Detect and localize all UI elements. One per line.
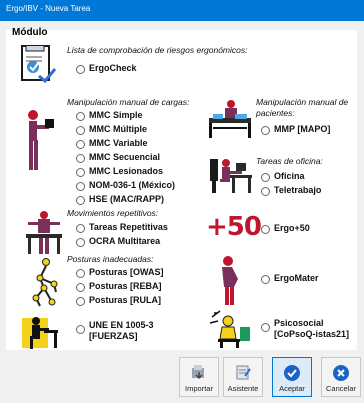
cancel-button[interactable]: Cancelar	[321, 357, 361, 397]
radio-icon	[76, 196, 85, 205]
option-mmc-simple[interactable]: MMC Simple	[76, 110, 143, 121]
check-icon	[283, 364, 301, 384]
postures-label: Posturas inadecuadas:	[67, 254, 154, 264]
patient-bed-icon	[205, 99, 255, 141]
import-icon	[190, 364, 208, 382]
repetitive-label: Movimientos repetitivos:	[67, 208, 159, 218]
option-psicosocial[interactable]: Psicosocial [CoPsoQ-istas21]	[261, 318, 353, 340]
title-bar: Ergo/IBV - Nueva Tarea	[0, 0, 364, 21]
option-hse[interactable]: HSE (MAC/RAPP)	[76, 194, 164, 205]
radio-icon	[76, 182, 85, 191]
option-posturas-rula[interactable]: Posturas [RULA]	[76, 295, 161, 306]
radio-icon	[261, 323, 270, 332]
checklist-icon	[20, 44, 58, 86]
radio-icon	[76, 140, 85, 149]
option-mmc-secuencial[interactable]: MMC Secuencial	[76, 152, 160, 163]
option-tareas-repetitivas[interactable]: Tareas Repetitivas	[76, 222, 168, 233]
radio-icon	[76, 112, 85, 121]
manual-loads-figure-icon	[25, 109, 55, 173]
manual-patients-label: Manipulación manual de pacientes:	[256, 97, 349, 118]
option-mmc-lesionados[interactable]: MMC Lesionados	[76, 166, 163, 177]
option-ergocheck[interactable]: ErgoCheck	[76, 63, 137, 74]
forces-workstation-icon	[22, 312, 60, 350]
radio-icon	[76, 126, 85, 135]
option-mmc-multiple[interactable]: MMC Múltiple	[76, 124, 147, 135]
manual-loads-label: Manipulación manual de cargas:	[67, 97, 190, 107]
accept-button[interactable]: Aceptar	[272, 357, 312, 397]
postures-skeleton-icon	[26, 258, 60, 308]
radio-icon	[261, 225, 270, 234]
section-title: Módulo	[12, 27, 48, 38]
option-une-en-1005-3[interactable]: UNE EN 1005-3 [FUERZAS]	[76, 320, 186, 342]
checklist-label: Lista de comprobación de riesgos ergonóm…	[67, 45, 248, 55]
radio-icon	[76, 325, 85, 334]
psychosocial-icon	[208, 309, 252, 349]
radio-icon	[76, 283, 85, 292]
ergo50-badge: +50	[206, 212, 262, 242]
radio-icon	[76, 154, 85, 163]
ergomater-figure-icon	[216, 255, 244, 307]
option-oficina[interactable]: Oficina	[261, 171, 305, 182]
radio-icon	[76, 224, 85, 233]
radio-icon	[261, 126, 270, 135]
radio-icon	[76, 297, 85, 306]
close-icon	[332, 364, 350, 384]
wizard-button[interactable]: Asistente	[223, 357, 263, 397]
option-mmc-variable[interactable]: MMC Variable	[76, 138, 148, 149]
option-ergo50[interactable]: Ergo+50	[261, 223, 310, 234]
radio-icon	[76, 168, 85, 177]
office-label: Tareas de oficina:	[256, 156, 323, 166]
wizard-icon	[234, 364, 252, 382]
option-posturas-owas[interactable]: Posturas [OWAS]	[76, 267, 164, 278]
radio-icon	[261, 275, 270, 284]
option-mmp-mapo[interactable]: MMP [MAPO]	[261, 124, 330, 135]
option-posturas-reba[interactable]: Posturas [REBA]	[76, 281, 162, 292]
radio-icon	[76, 65, 85, 74]
window-title: Ergo/IBV - Nueva Tarea	[6, 4, 91, 13]
radio-icon	[261, 173, 270, 182]
option-ergomater[interactable]: ErgoMater	[261, 273, 319, 284]
radio-icon	[76, 269, 85, 278]
radio-icon	[261, 187, 270, 196]
option-teletrabajo[interactable]: Teletrabajo	[261, 185, 321, 196]
import-button[interactable]: Importar	[179, 357, 219, 397]
option-nom-036[interactable]: NOM-036-1 (México)	[76, 180, 175, 191]
repetitive-movements-icon	[24, 210, 64, 256]
radio-icon	[76, 238, 85, 247]
option-ocra-multitarea[interactable]: OCRA Multitarea	[76, 236, 160, 247]
office-desk-icon	[206, 153, 254, 197]
